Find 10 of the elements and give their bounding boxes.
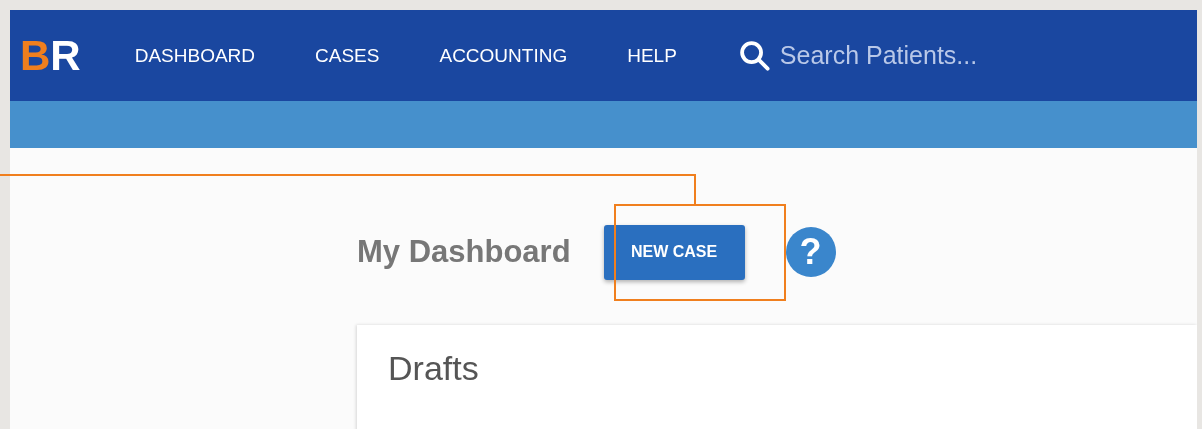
page-title: My Dashboard bbox=[357, 234, 571, 270]
nav-link[interactable]: ACCOUNTING bbox=[439, 44, 568, 67]
nav-link[interactable]: DASHBOARD bbox=[134, 44, 256, 67]
logo[interactable]: BR bbox=[20, 31, 81, 80]
nav-link[interactable]: HELP bbox=[627, 44, 677, 67]
card-title: Drafts bbox=[388, 349, 480, 388]
nav-link[interactable]: CASES bbox=[315, 44, 380, 67]
new-case-button[interactable]: NEW CASE bbox=[603, 224, 745, 280]
help-button[interactable]: ? bbox=[785, 227, 836, 277]
search-field[interactable]: Search Patients... bbox=[779, 41, 1110, 70]
